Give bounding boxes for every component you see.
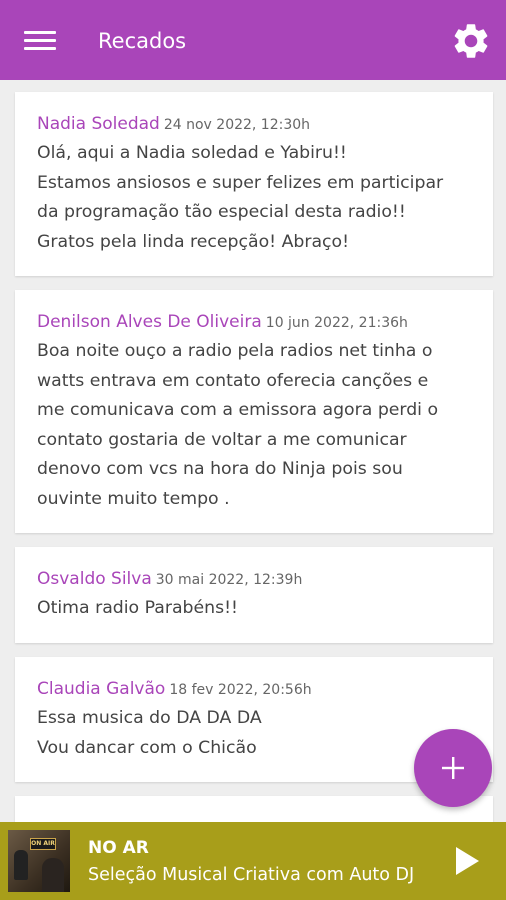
page-title: Recados: [98, 29, 187, 53]
messages-feed[interactable]: Nadia Soledad 24 nov 2022, 12:30h Olá, aq…: [0, 80, 506, 822]
message-author: Osvaldo Silva: [37, 569, 152, 589]
message-text: Olá, aqui a Nadia soledad e Yabiru!! Est…: [37, 143, 444, 252]
message-card[interactable]: [15, 796, 493, 822]
message-card[interactable]: Nadia Soledad 24 nov 2022, 12:30h Olá, aq…: [15, 92, 493, 276]
message-text: Essa musica do DA DA DA Vou dancar com o…: [37, 708, 262, 758]
message-date: 10 jun 2022, 21:36h: [265, 315, 408, 331]
message-author: Claudia Galvão: [37, 679, 166, 699]
program-title: Seleção Musical Criativa com Auto DJ: [88, 865, 415, 885]
gear-icon[interactable]: [450, 20, 492, 62]
hamburger-menu-icon[interactable]: [24, 28, 56, 52]
message-date: 24 nov 2022, 12:30h: [163, 117, 311, 133]
message-text: Boa noite ouço a radio pela radios net t…: [37, 341, 439, 509]
message-author: Nadia Soledad: [37, 114, 160, 134]
add-message-button[interactable]: [414, 729, 492, 807]
message-card[interactable]: Osvaldo Silva 30 mai 2022, 12:39h Otima r…: [15, 547, 493, 643]
program-thumbnail: ON AIR: [8, 830, 70, 892]
play-icon[interactable]: [452, 844, 482, 878]
message-text: Otima radio Parabéns!!: [37, 598, 238, 618]
app-bar: Recados: [0, 0, 506, 80]
message-date: 18 fev 2022, 20:56h: [169, 682, 312, 698]
message-card[interactable]: Denilson Alves De Oliveira 10 jun 2022, 2…: [15, 290, 493, 533]
message-author: Denilson Alves De Oliveira: [37, 312, 262, 332]
player-bar[interactable]: ON AIR: [0, 822, 506, 900]
on-air-label: NO AR: [88, 838, 149, 858]
on-air-sign: ON AIR: [30, 838, 56, 850]
microphone-icon: [14, 850, 28, 880]
message-date: 30 mai 2022, 12:39h: [155, 572, 303, 588]
plus-icon: [442, 757, 464, 779]
